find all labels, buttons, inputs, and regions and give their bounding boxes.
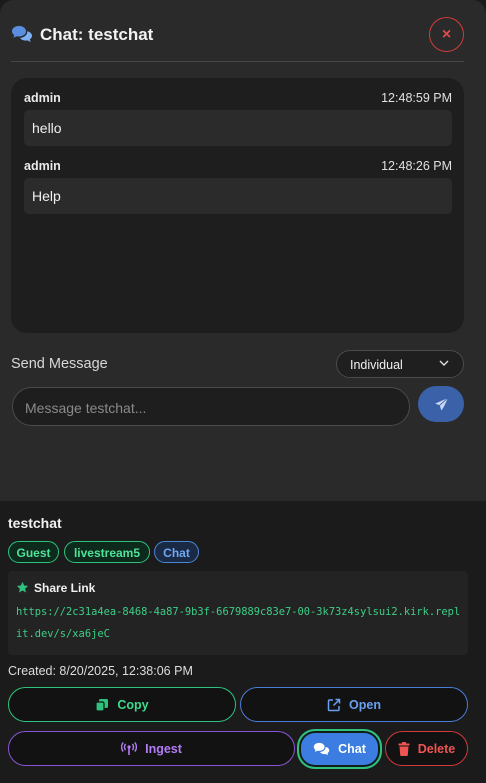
message-input[interactable]: Message testchat... [12,387,410,426]
open-button[interactable]: Open [240,687,468,722]
tag-livestream: livestream5 [64,541,150,563]
trash-icon [398,741,410,756]
chat-bubbles-icon [11,25,33,43]
chat-label: Chat [338,742,366,756]
broadcast-icon [121,741,138,755]
send-icon [432,395,450,412]
send-message-label: Send Message [11,356,108,372]
chat-modal: Chat: testchat × admin 12:48:59 PM hello… [0,0,486,501]
send-button[interactable] [418,386,464,422]
message-bubble: Help [24,178,452,214]
message-timestamp: 12:48:59 PM [381,91,452,105]
message-author: admin [24,91,61,105]
message-list[interactable]: admin 12:48:59 PM hello admin 12:48:26 P… [11,78,464,333]
recipient-mode-value: Individual [350,358,403,372]
tag-chat: Chat [154,541,199,563]
modal-header: Chat: testchat × [0,0,486,62]
share-link-url[interactable]: https://2c31a4ea-8468-4a87-9b3f-6679889c… [16,601,464,645]
ingest-label: Ingest [145,741,182,756]
external-link-icon [327,698,341,711]
copy-label: Copy [117,697,149,712]
share-link-title: Share Link [34,581,96,595]
message-author: admin [24,159,61,173]
close-button[interactable]: × [429,17,464,52]
share-link-box: Share Link https://2c31a4ea-8468-4a87-9b… [8,571,468,655]
chevron-down-icon [439,360,449,366]
message-timestamp: 12:48:26 PM [381,159,452,173]
star-icon [16,581,29,593]
delete-label: Delete [417,741,456,756]
copy-button[interactable]: Copy [8,687,236,722]
message-bubble: hello [24,110,452,146]
delete-button[interactable]: Delete [385,731,468,766]
open-label: Open [349,697,381,712]
copy-icon [95,698,109,712]
tag-guest: Guest [8,541,59,563]
created-timestamp: Created: 8/20/2025, 12:38:06 PM [8,664,193,678]
chat-bubbles-icon [313,742,330,756]
modal-title: Chat: testchat [40,25,154,44]
chat-name: testchat [8,515,62,531]
ingest-button[interactable]: Ingest [8,731,295,766]
share-link-heading: Share Link [16,581,95,595]
chat-button[interactable]: Chat [297,729,382,769]
header-divider [11,61,464,62]
close-icon: × [441,25,452,43]
recipient-mode-select[interactable]: Individual [336,350,464,378]
